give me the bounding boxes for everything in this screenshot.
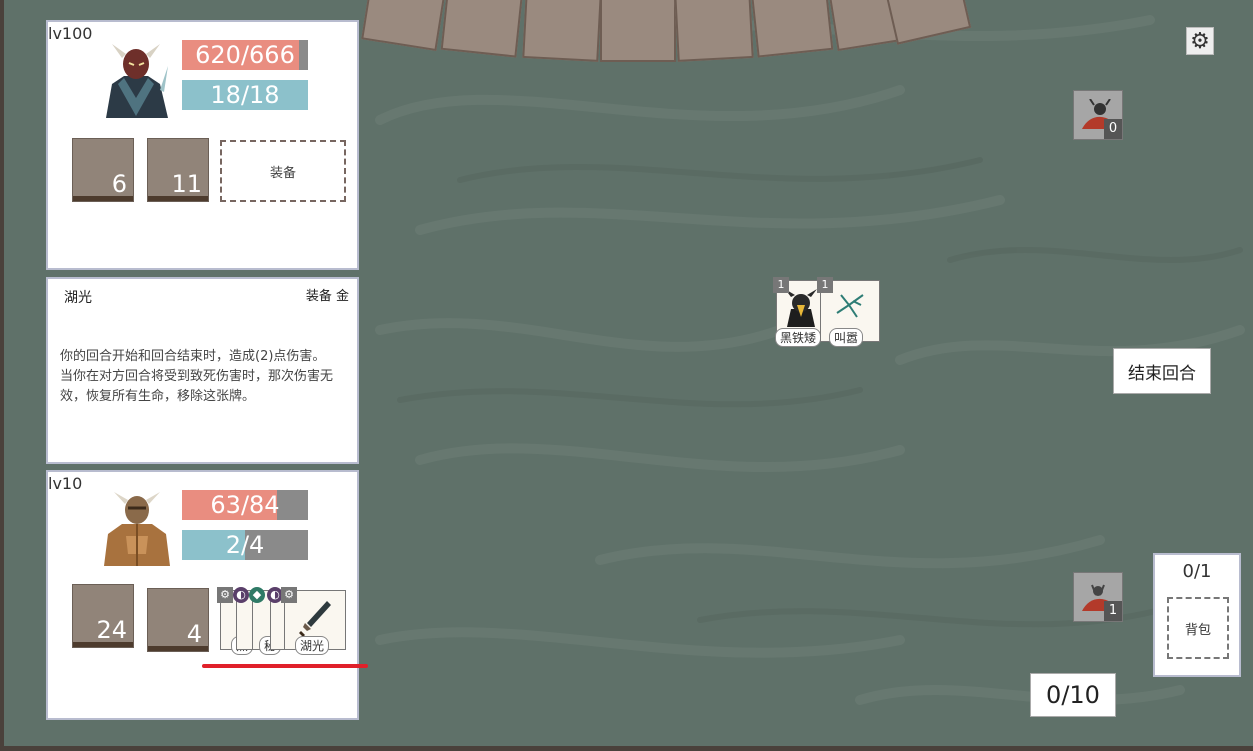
enemy-mp-text: 18/18 bbox=[210, 81, 280, 109]
player-mp-bar: 2/4 bbox=[182, 530, 308, 560]
card-detail-type: 装备 金 bbox=[305, 289, 349, 304]
player-armor-value: 4 bbox=[186, 620, 202, 648]
enemy-hp-text: 620/666 bbox=[195, 41, 295, 69]
field-card-label: 黑铁矮 bbox=[775, 328, 822, 347]
card-detail-description: 你的回合开始和回合结束时，造成(2)点伤害。 当你在对方回合将受到致死伤害时，那… bbox=[60, 347, 352, 407]
enemy-deck-count: 0 bbox=[1104, 119, 1122, 139]
field-card-cost: 1 bbox=[817, 277, 833, 293]
window-border-left bbox=[0, 0, 4, 751]
enemy-hand-card bbox=[674, 0, 754, 62]
end-turn-button[interactable]: 结束回合 bbox=[1113, 348, 1211, 394]
energy-counter: 0/10 bbox=[1030, 673, 1116, 717]
player-level: lv10 bbox=[48, 474, 83, 493]
gem-icon: ◆ bbox=[249, 587, 265, 603]
enemy-hand-card bbox=[600, 0, 676, 62]
backpack-panel[interactable]: 0/1 背包 bbox=[1153, 553, 1241, 677]
enemy-attack-value: 6 bbox=[111, 170, 127, 198]
enemy-hand-card bbox=[522, 0, 602, 62]
player-hp-text: 63/84 bbox=[210, 491, 280, 519]
backpack-slot[interactable]: 背包 bbox=[1167, 597, 1229, 659]
sword-icon bbox=[299, 601, 331, 637]
red-underline-annotation bbox=[202, 664, 368, 668]
field-card-cost: 1 bbox=[773, 277, 789, 293]
field-card-2[interactable]: 1 叫嚣 bbox=[817, 277, 880, 347]
window-border-bottom bbox=[0, 746, 1253, 751]
enemy-hp-bar: 620/666 bbox=[182, 40, 308, 70]
enemy-equip-slot[interactable]: 装备 bbox=[220, 140, 346, 202]
player-deck-count: 1 bbox=[1104, 601, 1122, 621]
player-armor-slot[interactable]: 4 bbox=[147, 588, 209, 652]
player-attack-slot[interactable]: 24 bbox=[72, 584, 134, 648]
player-attack-value: 24 bbox=[96, 616, 127, 644]
player-panel: lv10 63/84 2/4 24 4 ⚙ 黑 ◐ ◆ 秘 ◐ ⚙ bbox=[46, 470, 359, 720]
enemy-portrait[interactable] bbox=[98, 38, 174, 118]
enemy-deck[interactable]: 0 bbox=[1073, 90, 1123, 140]
player-portrait[interactable] bbox=[98, 488, 176, 566]
dwarf-icon bbox=[785, 289, 817, 327]
shield-icon: ◐ bbox=[233, 587, 249, 603]
card-desc-line-2: 当你在对方回合将受到致死伤害时，那次伤害无效，恢复所有生命，移除这张牌。 bbox=[60, 369, 334, 404]
card-detail-title: 湖光 bbox=[64, 290, 92, 306]
equip-card-label: 湖光 bbox=[295, 636, 330, 655]
enemy-level: lv100 bbox=[48, 24, 93, 43]
gear-icon: ⚙ bbox=[217, 587, 233, 603]
enemy-armor-slot[interactable]: 11 bbox=[147, 138, 209, 202]
equip-card-huguang[interactable]: ⚙ 湖光 bbox=[281, 587, 346, 655]
enemy-panel: lv100 620/666 18/18 6 11 装备 bbox=[46, 20, 359, 270]
enemy-mp-bar: 18/18 bbox=[182, 80, 308, 110]
player-hp-bar: 63/84 bbox=[182, 490, 308, 520]
backpack-count: 0/1 bbox=[1182, 561, 1212, 582]
shout-icon bbox=[836, 294, 864, 318]
enemy-hand-card bbox=[750, 0, 834, 58]
enemy-attack-slot[interactable]: 6 bbox=[72, 138, 134, 202]
gear-icon: ⚙ bbox=[281, 587, 297, 603]
enemy-hand-card bbox=[440, 0, 524, 58]
field-card-label: 叫嚣 bbox=[829, 328, 864, 347]
card-detail-panel: 湖光 装备 金 你的回合开始和回合结束时，造成(2)点伤害。 当你在对方回合将受… bbox=[46, 277, 359, 464]
player-mp-text: 2/4 bbox=[225, 531, 265, 559]
settings-gear-icon[interactable]: ⚙ bbox=[1186, 27, 1214, 55]
player-deck[interactable]: 1 bbox=[1073, 572, 1123, 622]
enemy-armor-value: 11 bbox=[171, 170, 202, 198]
card-desc-line-1: 你的回合开始和回合结束时，造成(2)点伤害。 bbox=[60, 349, 326, 364]
